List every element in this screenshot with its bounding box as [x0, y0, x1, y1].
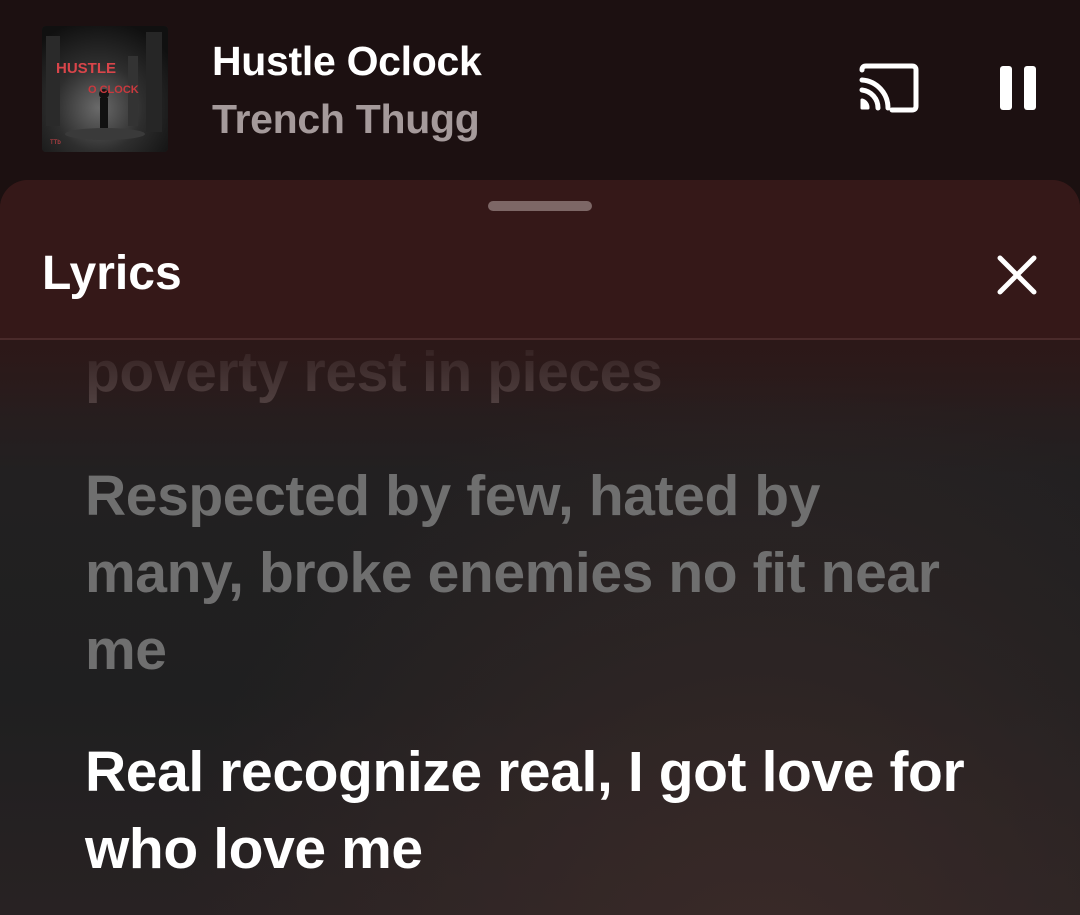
lyric-line-current[interactable]: Real recognize real, I got love for who …	[85, 734, 985, 888]
lyrics-sheet: Lyrics poverty rest in pieces Respected …	[0, 180, 1080, 915]
lyrics-sheet-header: Lyrics	[0, 180, 1080, 340]
track-title: Hustle Oclock	[212, 38, 482, 84]
lyric-line-faded[interactable]: poverty rest in pieces	[85, 340, 985, 411]
close-icon	[997, 255, 1037, 295]
album-art: HUSTLE O CLOCK TTb	[42, 26, 168, 152]
lyrics-list[interactable]: poverty rest in pieces Respected by few,…	[0, 340, 1080, 915]
lyric-line-past[interactable]: Respected by few, hated by many, broke e…	[85, 458, 985, 689]
pause-icon	[1000, 66, 1036, 110]
mini-player[interactable]: HUSTLE O CLOCK TTb Hustle Oclock Trench …	[0, 0, 1080, 180]
lyrics-screen: HUSTLE O CLOCK TTb Hustle Oclock Trench …	[0, 0, 1080, 915]
pause-button[interactable]	[990, 60, 1046, 116]
album-art-corner-mark: TTb	[50, 140, 61, 146]
lyrics-title: Lyrics	[42, 247, 182, 300]
track-artist[interactable]: Trench Thugg	[212, 96, 480, 143]
album-art-text-1: HUSTLE	[56, 60, 116, 77]
album-art-text-2: O CLOCK	[88, 84, 139, 96]
drag-handle[interactable]	[488, 201, 592, 211]
cast-icon	[859, 63, 919, 113]
cast-button[interactable]	[856, 62, 922, 114]
close-button[interactable]	[994, 252, 1040, 298]
